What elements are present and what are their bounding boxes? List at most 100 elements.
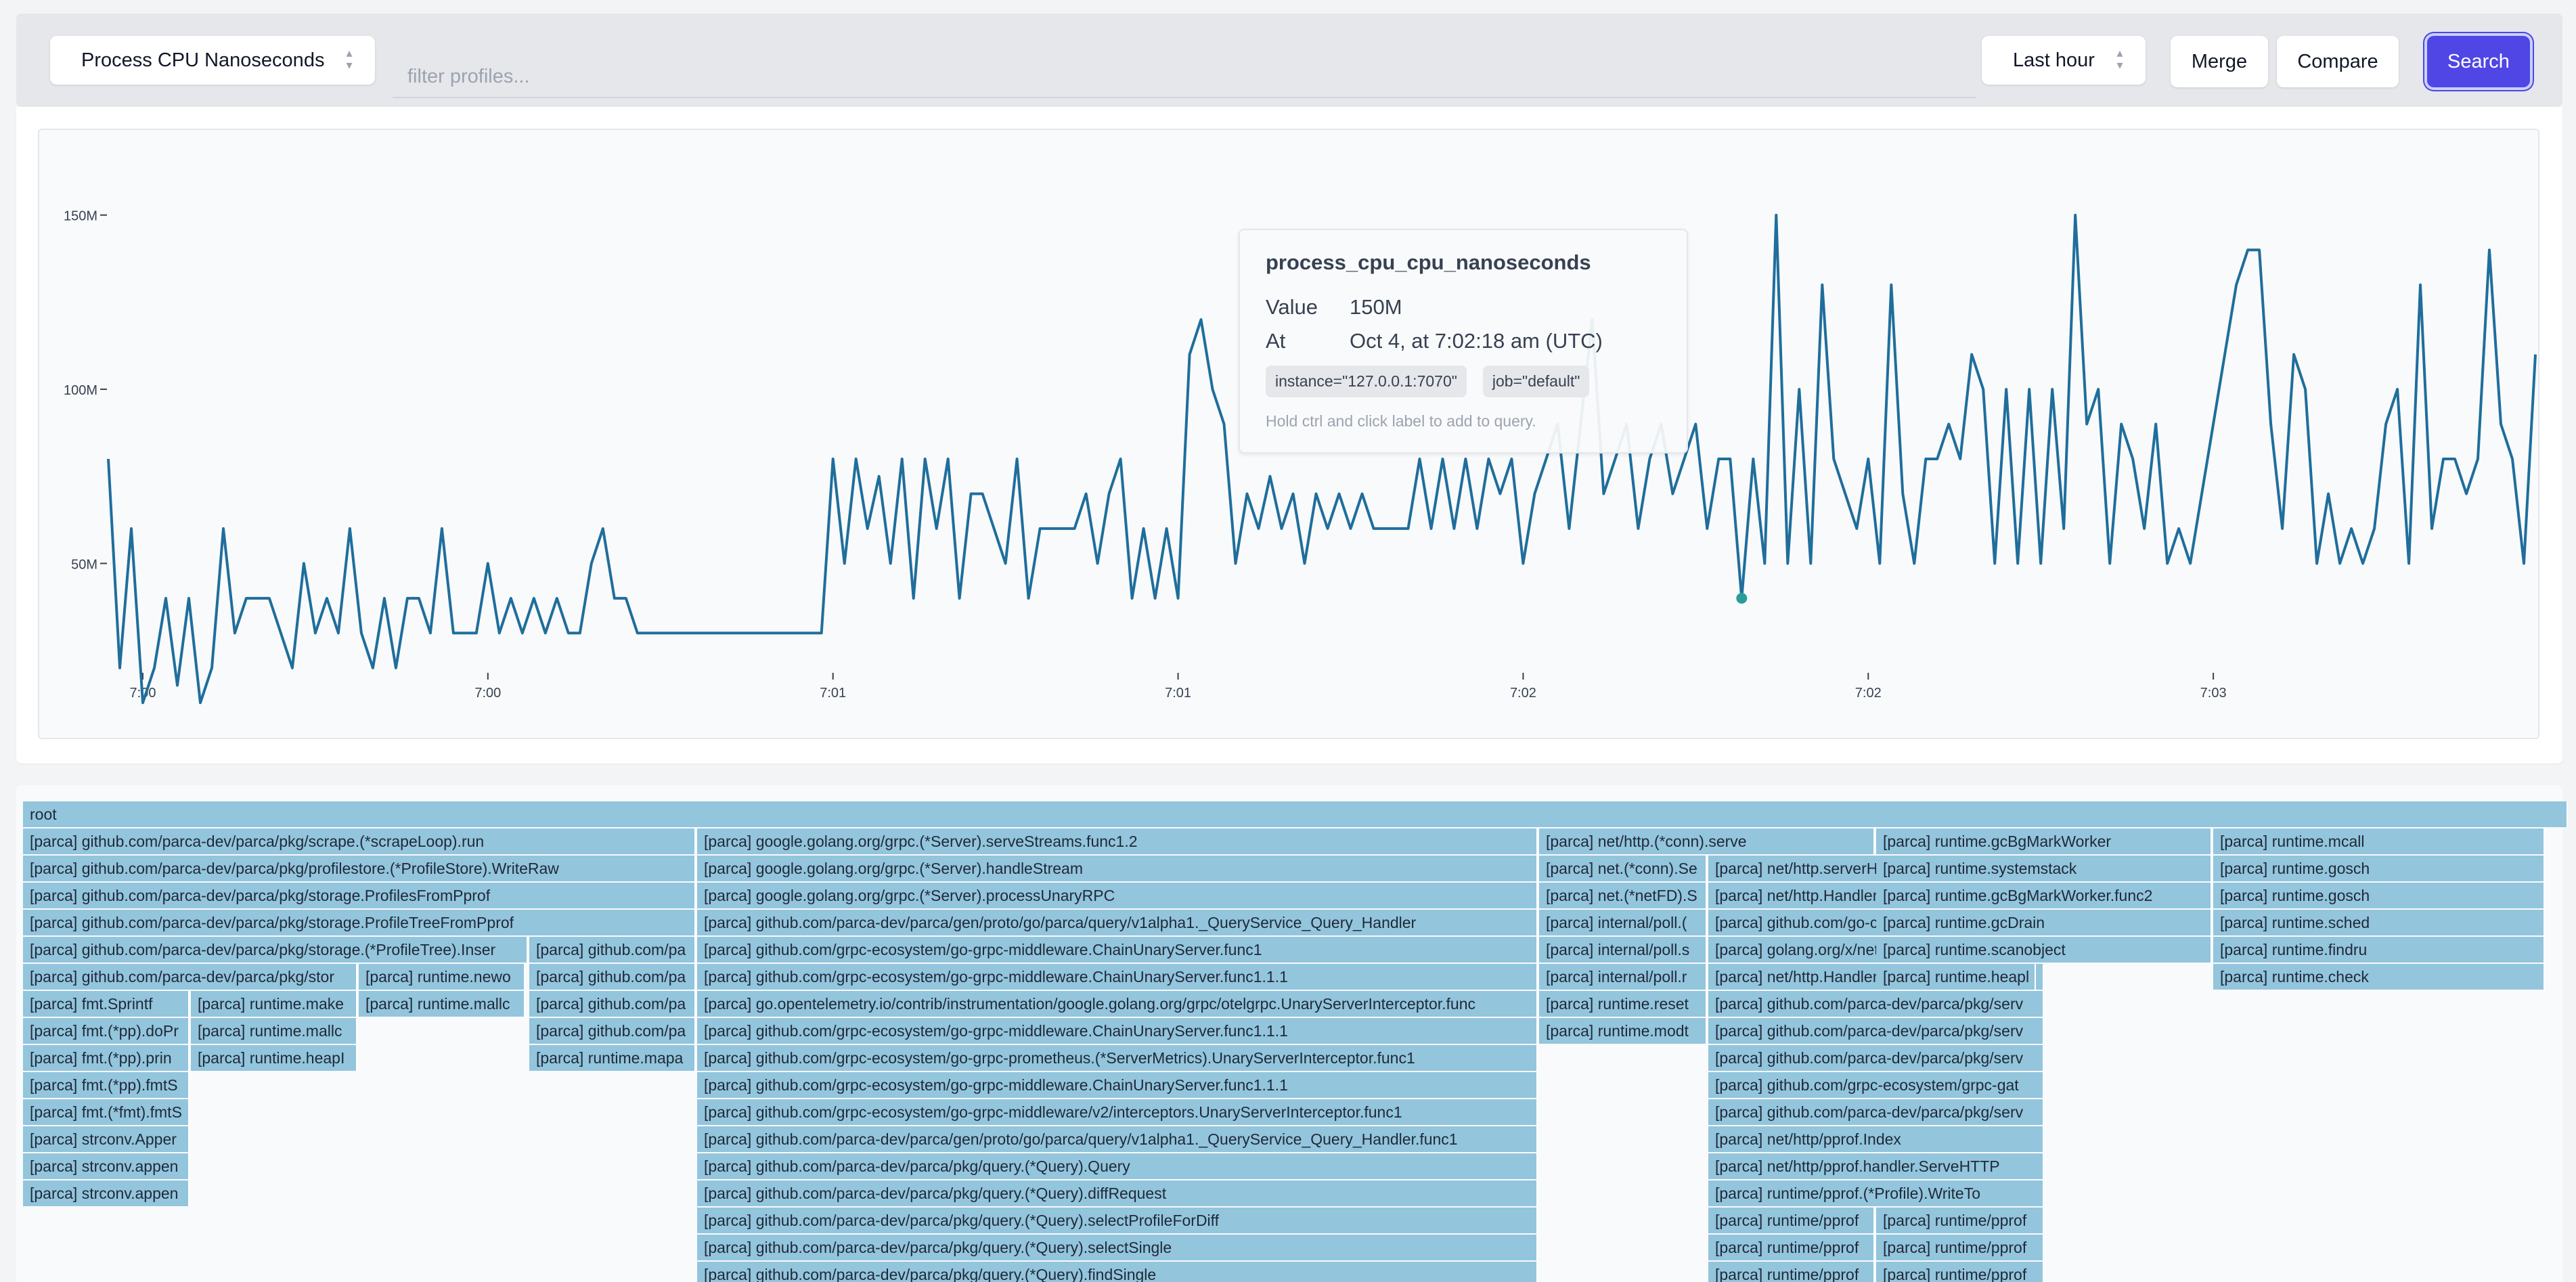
x-tick-label: 7:00 (474, 686, 501, 701)
x-tick-label: 7:01 (1165, 686, 1191, 701)
flame-frame[interactable]: [parca] runtime.mallc (359, 991, 525, 1017)
flame-frame[interactable]: [parca] github.com/parca-dev/parca/pkg/s… (1708, 1045, 2044, 1071)
flame-frame[interactable]: [parca] github.com/parca-dev/parca/pkg/s… (23, 883, 696, 908)
filter-profiles-input[interactable] (393, 36, 1976, 98)
flame-frame[interactable]: [parca] internal/poll.( (1539, 910, 1707, 935)
flame-frame[interactable]: [parca] github.com/parca-dev/parca/pkg/q… (697, 1235, 1538, 1260)
flame-frame[interactable]: [parca] runtime.findru (2213, 937, 2545, 963)
flame-frame[interactable]: [parca] github.com/parca-dev/parca/pkg/q… (697, 1208, 1538, 1233)
flame-frame[interactable]: [parca] google.golang.org/grpc.(*Server)… (697, 856, 1538, 881)
flame-frame[interactable]: [parca] runtime/pprof (1708, 1262, 1875, 1282)
flame-frame[interactable]: [parca] github.com/pa (529, 937, 696, 963)
flame-frame[interactable]: [parca] runtime.modt (1539, 1018, 1707, 1044)
flame-frame[interactable]: [parca] runtime.sched (2213, 910, 2545, 935)
flame-frame[interactable]: [parca] fmt.Sprintf (23, 991, 190, 1017)
flame-frame[interactable]: [parca] github.com/parca-dev/parca/pkg/s… (23, 910, 696, 935)
flame-frame[interactable]: [parca] google.golang.org/grpc.(*Server)… (697, 828, 1538, 854)
profile-type-value: Process CPU Nanoseconds (81, 49, 325, 71)
search-button[interactable]: Search (2427, 36, 2530, 87)
tooltip-value: 150M (1350, 295, 1402, 319)
x-tick-label: 7:03 (2200, 686, 2227, 701)
flame-frame[interactable]: [parca] fmt.(*fmt).fmtS (23, 1099, 190, 1125)
flame-frame[interactable]: [parca] runtime/pprof (1876, 1235, 2044, 1260)
flame-frame[interactable]: [parca] runtime.check (2213, 964, 2545, 990)
flame-frame[interactable]: [parca] github.com/grpc-ecosystem/go-grp… (697, 1045, 1538, 1071)
flame-frame[interactable]: [parca] github.com/pa (529, 1018, 696, 1044)
flame-frame[interactable]: [parca] github.com/parca-dev/parca/pkg/s… (23, 828, 696, 854)
flame-frame[interactable]: [parca] runtime.heapl (1876, 964, 2036, 990)
chevron-up-down-icon: ▴ ▾ (2116, 46, 2123, 72)
flame-frame[interactable]: [parca] github.com/pa (529, 964, 696, 990)
hovered-data-point[interactable] (1736, 592, 1748, 604)
flame-frame[interactable]: [parca] github.com/grpc-ecosystem/go-grp… (697, 964, 1538, 990)
flame-frame[interactable]: [parca] runtime.heapI (191, 1045, 357, 1071)
flame-frame[interactable]: [parca] runtime/pprof (1876, 1262, 2044, 1282)
flame-frame[interactable]: [parca] github.com/parca-dev/parca/pkg/s… (1708, 991, 2044, 1017)
flame-frame[interactable]: [parca] net/http.(*conn).serve (1539, 828, 1875, 854)
flame-frame[interactable]: [parca] runtime.gosch (2213, 883, 2545, 908)
flame-frame[interactable]: [parca] runtime.reset (1539, 991, 1707, 1017)
flame-frame[interactable]: [parca] runtime.make (191, 991, 357, 1017)
flame-frame[interactable]: [parca] github.com/parca-dev/parca/gen/p… (697, 1126, 1538, 1152)
flame-frame[interactable]: [parca] github.com/parca-dev/parca/pkg/q… (697, 1262, 1538, 1282)
y-tick-label: 100M (64, 383, 97, 398)
flame-frame[interactable]: [parca] fmt.(*pp).prin (23, 1045, 190, 1071)
flame-frame[interactable]: [parca] github.com/parca-dev/parca/gen/p… (697, 910, 1538, 935)
merge-button[interactable]: Merge (2171, 36, 2268, 87)
flame-frame[interactable]: [parca] github.com/parca-dev/parca/pkg/p… (23, 856, 696, 881)
flame-frame[interactable]: [parca] github.com/parca-dev/parca/pkg/q… (697, 1180, 1538, 1206)
flame-frame[interactable]: [parca] fmt.(*pp).fmtS (23, 1072, 190, 1098)
flame-frame[interactable]: [parca] net.(*conn).Se (1539, 856, 1707, 881)
flame-frame[interactable]: [parca] runtime/pprof (1708, 1208, 1875, 1233)
flame-frame[interactable]: [parca] runtime/pprof.(*Profile).WriteTo (1708, 1180, 2044, 1206)
flame-frame[interactable]: [parca] runtime.gosch (2213, 856, 2545, 881)
flame-frame[interactable]: [parca] github.com/grpc-ecosystem/grpc-g… (1708, 1072, 2044, 1098)
y-tick-label: 150M (64, 209, 97, 224)
tooltip-title: process_cpu_cpu_nanoseconds (1266, 250, 1591, 274)
flame-frame[interactable]: [parca] runtime.newo (359, 964, 525, 990)
flame-frame[interactable]: [parca] net.(*netFD).S (1539, 883, 1707, 908)
flame-frame[interactable]: [parca] runtime.mapa (529, 1045, 696, 1071)
query-toolbar: Process CPU Nanoseconds ▴▾ Last hour ▴▾ … (16, 14, 2562, 107)
flame-frame[interactable]: [parca] internal/poll.r (1539, 964, 1707, 990)
flame-frame[interactable]: [parca] runtime.gcBgMarkWorker.func2 (1876, 883, 2212, 908)
flame-frame[interactable]: [parca] github.com/grpc-ecosystem/go-grp… (697, 1018, 1538, 1044)
flame-frame[interactable]: [parca] github.com/grpc-ecosystem/go-grp… (697, 1072, 1538, 1098)
flame-frame[interactable]: [parca] runtime.mallc (191, 1018, 357, 1044)
flame-frame[interactable]: [parca] runtime.gcBgMarkWorker (1876, 828, 2212, 854)
tooltip-at: Oct 4, at 7:02:18 am (UTC) (1350, 329, 1603, 353)
flame-frame[interactable]: [parca] github.com/parca-dev/parca/pkg/q… (697, 1153, 1538, 1179)
flame-frame[interactable]: [parca] go.opentelemetry.io/contrib/inst… (697, 991, 1538, 1017)
compare-button[interactable]: Compare (2277, 36, 2399, 87)
time-range-value: Last hour (2013, 49, 2095, 71)
flame-frame[interactable]: [parca] net/http/pprof.Index (1708, 1126, 2044, 1152)
flame-frame[interactable]: [parca] strconv.appen (23, 1153, 190, 1179)
flame-frame[interactable]: [parca] runtime/pprof (1708, 1235, 1875, 1260)
flame-graph: root [parca] github.com/parca-dev/parca/p… (16, 785, 2568, 1282)
flame-frame[interactable]: [parca] strconv.Apper (23, 1126, 190, 1152)
flame-frame[interactable]: [parca] github.com/grpc-ecosystem/go-grp… (697, 1099, 1538, 1125)
flame-frame[interactable]: [parca] github.com/pa (529, 991, 696, 1017)
flame-frame-root[interactable]: root (23, 801, 2568, 827)
flame-frame[interactable]: [parca] github.com/parca-dev/parca/pkg/s… (1708, 1099, 2044, 1125)
flame-frame[interactable]: [parca] runtime.systemstack (1876, 856, 2212, 881)
flame-frame[interactable]: [parca] github.com/parca-dev/parca/pkg/s… (1708, 1018, 2044, 1044)
flame-frame[interactable]: [parca] strconv.appen (23, 1180, 190, 1206)
flame-frame[interactable]: [parca] internal/poll.s (1539, 937, 1707, 963)
x-tick-label: 7:02 (1510, 686, 1536, 701)
flame-frame[interactable]: [parca] net/http/pprof.handler.ServeHTTP (1708, 1153, 2044, 1179)
tooltip-hint: Hold ctrl and click label to add to quer… (1266, 412, 1536, 430)
flame-frame[interactable]: [parca] github.com/parca-dev/parca/pkg/s… (23, 937, 528, 963)
flame-frame[interactable]: [parca] fmt.(*pp).doPr (23, 1018, 190, 1044)
profile-type-select[interactable]: Process CPU Nanoseconds ▴ ▾ (50, 36, 375, 85)
flame-frame[interactable]: [parca] github.com/parca-dev/parca/pkg/s… (23, 964, 357, 990)
flame-frame[interactable]: [parca] google.golang.org/grpc.(*Server)… (697, 883, 1538, 908)
label-pill-instance[interactable]: instance="127.0.0.1:7070" (1266, 366, 1467, 397)
flame-frame[interactable]: [parca] runtime.gcDrain (1876, 910, 2212, 935)
label-pill-job[interactable]: job="default" (1482, 366, 1590, 397)
flame-frame[interactable]: [parca] runtime/pprof (1876, 1208, 2044, 1233)
time-range-select[interactable]: Last hour ▴ ▾ (1982, 36, 2146, 85)
flame-frame[interactable]: [parca] runtime.scanobject (1876, 937, 2212, 963)
flame-frame[interactable]: [parca] runtime.mcall (2213, 828, 2545, 854)
flame-frame[interactable]: [parca] github.com/grpc-ecosystem/go-grp… (697, 937, 1538, 963)
